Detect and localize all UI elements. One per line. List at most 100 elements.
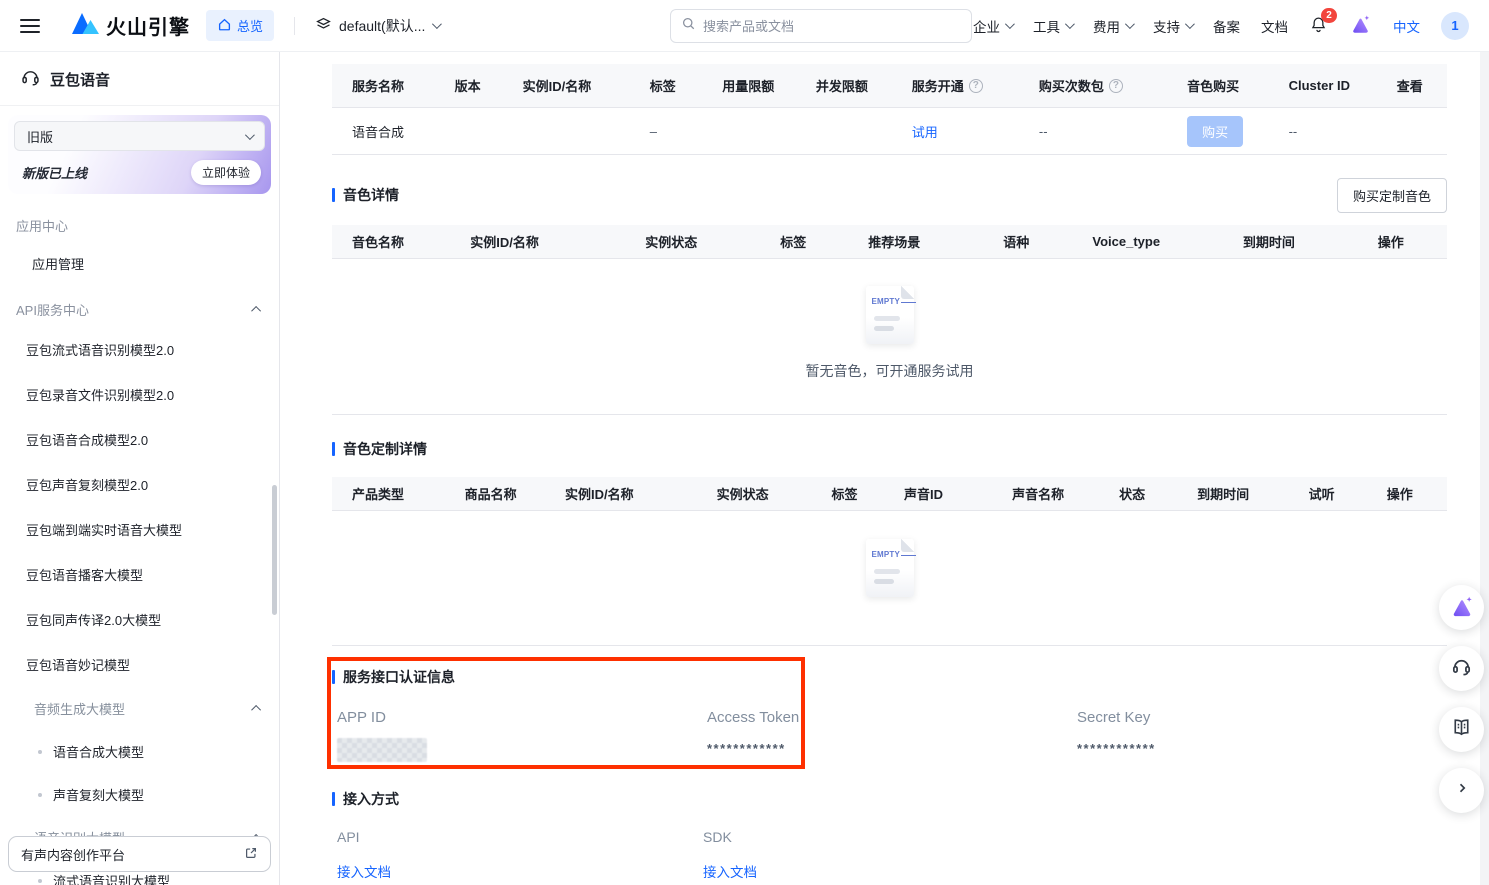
- col-cluster-id: Cluster ID: [1289, 78, 1397, 93]
- search-input[interactable]: [703, 19, 961, 34]
- notifications-button[interactable]: 2: [1309, 15, 1328, 37]
- empty-state-text: 暂无音色，可开通服务试用: [806, 361, 974, 381]
- api-doc-link[interactable]: 接入文档: [337, 865, 391, 880]
- sidebar-item-app-manage[interactable]: 应用管理: [0, 241, 279, 286]
- section-app-center: 应用中心: [0, 202, 279, 241]
- ai-assistant-float-button[interactable]: [1439, 585, 1484, 630]
- secret-key-field: Secret Key ************: [1077, 709, 1447, 762]
- book-icon: [1450, 716, 1473, 744]
- link-docs[interactable]: 文档: [1261, 16, 1288, 36]
- help-icon[interactable]: [1109, 79, 1123, 93]
- sidebar-item-simul-interpret[interactable]: 豆包同声传译2.0大模型: [0, 597, 279, 642]
- search-box[interactable]: [670, 9, 972, 43]
- col-tag: 标签: [650, 76, 722, 95]
- sidebar-item-clone-large[interactable]: 声音复刻大模型: [0, 773, 279, 816]
- chevron-up-icon: [251, 306, 261, 316]
- audio-platform-link[interactable]: 有声内容创作平台: [8, 836, 271, 872]
- title-accent-bar: [332, 188, 335, 202]
- sidebar-item-file-asr-2[interactable]: 豆包录音文件识别模型2.0: [0, 372, 279, 417]
- collapse-panel-button[interactable]: [1439, 768, 1484, 813]
- sidebar-item-tts-2[interactable]: 豆包语音合成模型2.0: [0, 417, 279, 462]
- col-version: 版本: [455, 76, 523, 95]
- voice-detail-section: 音色详情 购买定制音色 音色名称 实例ID/名称 实例状态 标签 推荐场景 语种…: [332, 179, 1447, 415]
- doubao-voice-icon: [20, 67, 41, 92]
- menu-support[interactable]: 支持: [1153, 16, 1192, 36]
- topbar-right: 企业 工具 费用 支持 备案 文档 2: [973, 12, 1475, 40]
- access-method-section: 接入方式 API 接入文档 SDK 接入文档: [332, 789, 1447, 881]
- search-icon: [681, 16, 696, 36]
- sidebar-product-title: 豆包语音: [0, 52, 279, 105]
- buy-custom-voice-button[interactable]: 购买定制音色: [1337, 178, 1447, 213]
- menu-enterprise[interactable]: 企业: [973, 16, 1012, 36]
- menu-icon[interactable]: [20, 19, 40, 33]
- ai-assistant-button[interactable]: [1349, 14, 1372, 37]
- trial-link[interactable]: 试用: [912, 122, 938, 141]
- cell-tag: –: [650, 124, 722, 139]
- cell-service-name: 语音合成: [332, 122, 455, 141]
- chevron-down-icon: [1005, 19, 1015, 29]
- version-selected-label: 旧版: [27, 127, 53, 146]
- new-version-banner: 新版已上线 立即体验: [14, 151, 265, 187]
- layers-icon: [315, 16, 332, 36]
- col-concurrency-quota: 并发限额: [816, 76, 912, 95]
- customer-service-button[interactable]: [1439, 646, 1484, 691]
- sidebar-item-tts-large[interactable]: 语音合成大模型: [0, 730, 279, 773]
- section-title-voice-detail: 音色详情: [332, 185, 399, 205]
- api-access: API 接入文档: [337, 829, 703, 881]
- title-accent-bar: [332, 442, 335, 456]
- sidebar-item-podcast[interactable]: 豆包语音播客大模型: [0, 552, 279, 597]
- banner-text: 新版已上线: [22, 163, 87, 182]
- project-selector[interactable]: default(默认...: [315, 16, 439, 36]
- sidebar-item-e2e-realtime[interactable]: 豆包端到端实时语音大模型: [0, 507, 279, 552]
- menu-tools[interactable]: 工具: [1033, 16, 1072, 36]
- divider: [0, 105, 279, 106]
- try-now-button[interactable]: 立即体验: [191, 160, 261, 185]
- app-id-field: APP ID: [337, 709, 707, 762]
- empty-doc-icon: EMPTY: [866, 539, 914, 597]
- version-banner-card: 旧版 新版已上线 立即体验: [8, 115, 271, 194]
- project-label: default(默认...: [339, 16, 425, 36]
- sidebar-nav: 应用中心 应用管理 API服务中心 豆包流式语音识别模型2.0 豆包录音文件识别…: [0, 194, 279, 885]
- voice-custom-section: 音色定制详情 产品类型 商品名称 实例ID/名称 实例状态 标签 声音ID 声音…: [332, 437, 1447, 646]
- sidebar-item-miaoji[interactable]: 豆包语音妙记模型: [0, 642, 279, 687]
- divider: [294, 17, 295, 35]
- col-view: 查看: [1397, 76, 1447, 95]
- volcengine-logo-icon: [72, 12, 99, 39]
- section-api-center[interactable]: API服务中心: [0, 286, 279, 327]
- floating-toolbar: [1439, 585, 1484, 813]
- chevron-down-icon: [245, 130, 255, 140]
- main-content: 服务名称 版本 实例ID/名称 标签 用量限额 并发限额 服务开通 购买次数包 …: [281, 52, 1489, 885]
- language-switch[interactable]: 中文: [1393, 16, 1420, 36]
- masked-app-id-value: [337, 738, 427, 762]
- sidebar-item-voice-clone-2[interactable]: 豆包声音复刻模型2.0: [0, 462, 279, 507]
- section-title-access: 接入方式: [332, 789, 1447, 809]
- sidebar: 豆包语音 旧版 新版已上线 立即体验 应用中心 应用管理 API服务中心 豆包流…: [0, 52, 280, 885]
- chevron-right-icon: [1453, 779, 1471, 802]
- access-token-field: Access Token ************: [707, 709, 1077, 762]
- overview-label: 总览: [237, 16, 263, 35]
- sidebar-title: 豆包语音: [50, 69, 110, 90]
- docs-button[interactable]: [1439, 707, 1484, 752]
- logo[interactable]: 火山引擎: [72, 11, 190, 40]
- avatar[interactable]: 1: [1441, 12, 1469, 40]
- section-title-voice-custom: 音色定制详情: [332, 439, 427, 459]
- notification-badge: 2: [1321, 8, 1337, 23]
- service-table: 服务名称 版本 实例ID/名称 标签 用量限额 并发限额 服务开通 购买次数包 …: [332, 64, 1447, 155]
- sidebar-scrollbar[interactable]: [272, 485, 277, 615]
- menu-billing[interactable]: 费用: [1093, 16, 1132, 36]
- voice-custom-empty-state: EMPTY: [332, 511, 1447, 646]
- version-select[interactable]: 旧版: [14, 121, 265, 151]
- voice-empty-state: EMPTY 暂无音色，可开通服务试用: [332, 259, 1447, 415]
- bullet-dot: [38, 879, 42, 883]
- section-title-auth: 服务接口认证信息: [332, 667, 1447, 687]
- empty-doc-icon: EMPTY: [866, 286, 914, 344]
- sdk-access: SDK 接入文档: [703, 829, 1069, 881]
- chevron-down-icon: [1065, 19, 1075, 29]
- link-icp-filing[interactable]: 备案: [1213, 16, 1240, 36]
- group-audio-generation[interactable]: 音频生成大模型: [0, 687, 279, 730]
- sidebar-item-streaming-asr-2[interactable]: 豆包流式语音识别模型2.0: [0, 327, 279, 372]
- help-icon[interactable]: [969, 79, 983, 93]
- overview-button[interactable]: 总览: [206, 10, 274, 41]
- buy-button[interactable]: 购买: [1187, 116, 1243, 147]
- sdk-doc-link[interactable]: 接入文档: [703, 865, 757, 880]
